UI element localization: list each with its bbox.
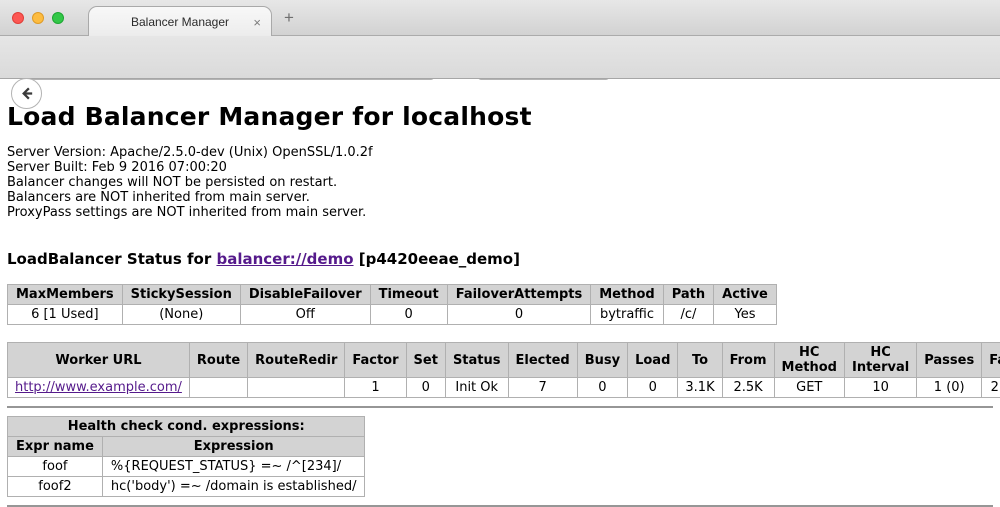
col-hc-method: HC Method [774,343,844,378]
col-expr-name: Expr name [8,437,103,457]
cell-set: 0 [406,378,445,398]
cell-failoverattempts: 0 [447,305,591,325]
cell-active: Yes [714,305,777,325]
col-path: Path [663,285,713,305]
cell-routeredir [248,378,345,398]
table-row: 6 [1 Used] (None) Off 0 0 bytraffic /c/ … [8,305,777,325]
inherit-notice-line: Balancers are NOT inherited from main se… [7,190,1000,205]
col-stickysession: StickySession [122,285,240,305]
navigation-toolbar: ▾ [0,36,1000,79]
col-elected: Elected [508,343,577,378]
persist-notice-line: Balancer changes will NOT be persisted o… [7,175,1000,190]
col-routeredir: RouteRedir [248,343,345,378]
cell-route [189,378,247,398]
health-check-table: Health check cond. expressions: Expr nam… [7,416,365,497]
table-row: foof %{REQUEST_STATUS} =~ /^[234]/ [8,457,365,477]
cell-expr-name: foof2 [8,477,103,497]
col-load: Load [628,343,678,378]
cell-passes: 1 (0) [917,378,982,398]
window-minimize-button[interactable] [32,12,44,24]
window-zoom-button[interactable] [52,12,64,24]
col-method: Method [591,285,663,305]
cell-expression: hc('body') =~ /domain is established/ [102,477,365,497]
health-table-title: Health check cond. expressions: [8,417,365,437]
server-version-line: Server Version: Apache/2.5.0-dev (Unix) … [7,145,1000,160]
status-heading-prefix: LoadBalancer Status for [7,250,216,268]
cell-disablefailover: Off [240,305,370,325]
cell-expr-name: foof [8,457,103,477]
cell-from: 2.5K [722,378,774,398]
server-info: Server Version: Apache/2.5.0-dev (Unix) … [7,145,1000,220]
new-tab-button[interactable]: + [284,8,294,28]
cell-stickysession: (None) [122,305,240,325]
balancer-demo-link[interactable]: balancer://demo [216,250,353,268]
status-heading-suffix: [p4420eeae_demo] [354,250,520,268]
worker-url-link[interactable]: http://www.example.com/ [15,380,182,395]
col-to: To [678,343,722,378]
col-failoverattempts: FailoverAttempts [447,285,591,305]
page-body: Load Balancer Manager for localhost Serv… [0,80,1000,491]
col-active: Active [714,285,777,305]
cell-maxmembers: 6 [1 Used] [8,305,123,325]
table-row: http://www.example.com/ 1 0 Init Ok 7 0 … [8,378,1000,398]
cell-worker-url: http://www.example.com/ [8,378,190,398]
cell-method: bytraffic [591,305,663,325]
section-divider [7,406,993,408]
cell-load: 0 [628,378,678,398]
cell-fails: 2 (0) [982,378,1000,398]
col-fails: Fails [982,343,1000,378]
col-hc-interval: HC Interval [844,343,916,378]
table-header-row: Worker URL Route RouteRedir Factor Set S… [8,343,1000,378]
col-disablefailover: DisableFailover [240,285,370,305]
cell-to: 3.1K [678,378,722,398]
col-busy: Busy [577,343,627,378]
col-status: Status [445,343,508,378]
cell-busy: 0 [577,378,627,398]
window-titlebar: Balancer Manager × + [0,0,1000,36]
col-expression: Expression [102,437,365,457]
col-worker-url: Worker URL [8,343,190,378]
cell-status: Init Ok [445,378,508,398]
cell-elected: 7 [508,378,577,398]
back-button[interactable] [11,78,42,109]
col-route: Route [189,343,247,378]
table-header-row: MaxMembers StickySession DisableFailover… [8,285,777,305]
proxypass-notice-line: ProxyPass settings are NOT inherited fro… [7,205,1000,220]
table-row: foof2 hc('body') =~ /domain is establish… [8,477,365,497]
col-maxmembers: MaxMembers [8,285,123,305]
cell-expression: %{REQUEST_STATUS} =~ /^[234]/ [102,457,365,477]
col-passes: Passes [917,343,982,378]
server-built-line: Server Built: Feb 9 2016 07:00:20 [7,160,1000,175]
col-timeout: Timeout [370,285,447,305]
col-factor: Factor [345,343,406,378]
table-title-row: Health check cond. expressions: [8,417,365,437]
tab-balancer-manager[interactable]: Balancer Manager × [88,6,272,37]
col-set: Set [406,343,445,378]
cell-timeout: 0 [370,305,447,325]
balancer-status-heading: LoadBalancer Status for balancer://demo … [7,250,1000,268]
cell-hc-method: GET [774,378,844,398]
table-header-row: Expr name Expression [8,437,365,457]
balancer-settings-table: MaxMembers StickySession DisableFailover… [7,284,777,325]
worker-status-table: Worker URL Route RouteRedir Factor Set S… [7,342,1000,398]
close-tab-icon[interactable]: × [253,15,261,30]
window-close-button[interactable] [12,12,24,24]
page-title: Load Balancer Manager for localhost [7,102,1000,131]
cell-path: /c/ [663,305,713,325]
tab-title: Balancer Manager [131,15,229,29]
cell-hc-interval: 10 [844,378,916,398]
col-from: From [722,343,774,378]
cell-factor: 1 [345,378,406,398]
